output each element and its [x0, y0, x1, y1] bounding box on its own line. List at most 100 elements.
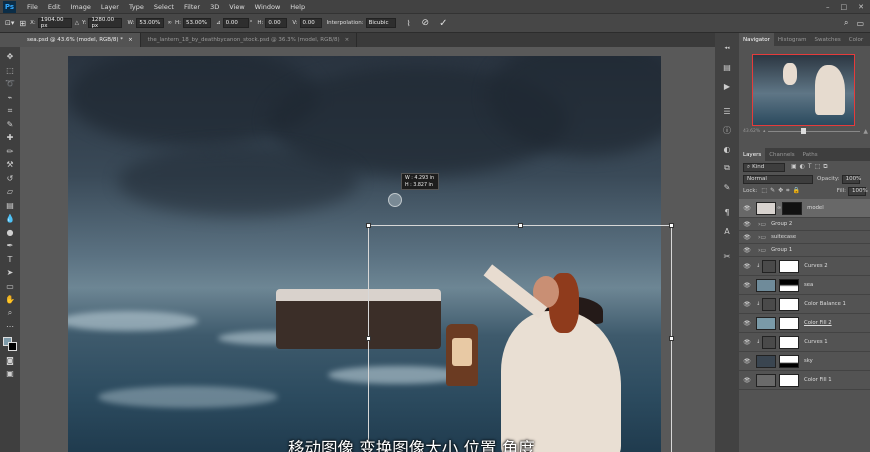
- more-tools-icon[interactable]: ⋯: [3, 320, 17, 334]
- layer-name[interactable]: model: [807, 205, 824, 211]
- zoom-in-icon[interactable]: ▲: [863, 128, 868, 135]
- opacity-field[interactable]: 100%: [841, 174, 861, 184]
- transform-handle-ml[interactable]: [366, 336, 371, 341]
- quick-select-tool-icon[interactable]: ⌁: [3, 91, 17, 105]
- canvas-area[interactable]: W : 4.293 in H : 3.827 in 移动图像 变换图像大小 位置…: [20, 47, 715, 452]
- y-field[interactable]: 1280.00 px: [88, 17, 123, 29]
- zoom-out-icon[interactable]: ▴: [763, 129, 765, 134]
- layer-name[interactable]: Color Fill 2: [804, 320, 832, 326]
- tab-color[interactable]: Color: [845, 37, 867, 43]
- zoom-value[interactable]: 43.62%: [743, 129, 760, 134]
- transform-bounding-box[interactable]: [366, 223, 674, 452]
- dodge-tool-icon[interactable]: ●: [3, 226, 17, 240]
- close-icon[interactable]: ×: [345, 37, 350, 43]
- vskew-field[interactable]: 0.00: [299, 18, 322, 28]
- layer-row[interactable]: 👁 ↓ Color Balance 1: [739, 295, 870, 314]
- interpolation-select[interactable]: Bicubic: [365, 18, 396, 28]
- visibility-eye-icon[interactable]: 👁: [742, 263, 752, 270]
- filter-icons[interactable]: ▣◐T⬚⧉: [791, 163, 831, 171]
- brush-tool-icon[interactable]: ✏: [3, 145, 17, 159]
- layer-row[interactable]: 👁 ›▭ Group 2: [739, 218, 870, 231]
- layer-row[interactable]: 👁 ↓ Curves 1: [739, 333, 870, 352]
- layer-mask-thumbnail[interactable]: [779, 278, 799, 292]
- layer-row[interactable]: 👁 ›▭ Group 1: [739, 244, 870, 257]
- healing-tool-icon[interactable]: ✚: [3, 131, 17, 145]
- tab-channels[interactable]: Channels: [765, 152, 798, 158]
- menu-3d[interactable]: 3D: [205, 3, 224, 11]
- menu-file[interactable]: File: [22, 3, 43, 11]
- delta-icon[interactable]: △: [75, 20, 79, 26]
- adjustments-panel-icon[interactable]: ◐: [719, 142, 735, 156]
- transform-handle-tl[interactable]: [366, 223, 371, 228]
- height-field[interactable]: 53.00%: [183, 18, 212, 28]
- link-icon[interactable]: ∞: [167, 20, 172, 26]
- layer-row[interactable]: 👁 ∞ model: [739, 199, 870, 218]
- chain-icon[interactable]: ∞: [777, 205, 781, 211]
- width-field[interactable]: 53.00%: [136, 18, 165, 28]
- navigator-thumbnail[interactable]: [752, 54, 855, 126]
- lasso-tool-icon[interactable]: ➰: [3, 77, 17, 91]
- tools-presets-icon[interactable]: ✂: [719, 249, 735, 263]
- layer-row[interactable]: 👁 sea: [739, 276, 870, 295]
- commit-transform-icon[interactable]: ✓: [439, 18, 447, 29]
- visibility-eye-icon[interactable]: 👁: [742, 234, 752, 241]
- fill-field[interactable]: 100%: [848, 186, 868, 196]
- styles-panel-icon[interactable]: ⧉: [719, 161, 735, 175]
- visibility-eye-icon[interactable]: 👁: [742, 221, 752, 228]
- menu-help[interactable]: Help: [285, 3, 310, 11]
- transform-handle-tr[interactable]: [669, 223, 674, 228]
- tab-swatches[interactable]: Swatches: [810, 37, 844, 43]
- menu-image[interactable]: Image: [65, 3, 95, 11]
- menu-type[interactable]: Type: [124, 3, 149, 11]
- properties-panel-icon[interactable]: ☰: [719, 104, 735, 118]
- menu-filter[interactable]: Filter: [179, 3, 205, 11]
- layer-mask-thumbnail[interactable]: [779, 373, 799, 387]
- paragraph-panel-icon[interactable]: ¶: [719, 205, 735, 219]
- color-swatches[interactable]: [2, 336, 18, 352]
- zoom-tool-icon[interactable]: ⌕: [3, 307, 17, 321]
- tab-sea-psd[interactable]: sea.psd @ 43.6% (model, RGB/8) * ×: [20, 33, 141, 47]
- pen-tool-icon[interactable]: ✒: [3, 239, 17, 253]
- layer-mask-thumbnail[interactable]: [779, 354, 799, 368]
- search-icon[interactable]: ⌕: [844, 18, 848, 28]
- menu-edit[interactable]: Edit: [43, 3, 66, 11]
- tab-histogram[interactable]: Histogram: [774, 37, 811, 43]
- layer-mask-thumbnail[interactable]: [779, 316, 799, 330]
- type-tool-icon[interactable]: T: [3, 253, 17, 267]
- x-field[interactable]: 1904.00 px: [37, 17, 72, 29]
- tab-layers[interactable]: Layers: [739, 148, 766, 161]
- layer-kind-filter[interactable]: ⌕ Kind: [743, 162, 785, 172]
- layer-name[interactable]: Color Fill 1: [804, 377, 832, 383]
- layer-name[interactable]: Color Balance 1: [804, 301, 846, 307]
- clone-stamp-tool-icon[interactable]: ⚒: [3, 158, 17, 172]
- layer-name[interactable]: suitecase: [771, 234, 796, 240]
- screen-mode-icon[interactable]: ▣: [3, 367, 17, 381]
- history-brush-tool-icon[interactable]: ↺: [3, 172, 17, 186]
- zoom-slider[interactable]: [768, 128, 861, 134]
- layer-row[interactable]: 👁 ↓ Curves 2: [739, 257, 870, 276]
- layer-name[interactable]: Group 2: [771, 221, 792, 227]
- maximize-button[interactable]: □: [841, 3, 848, 11]
- menu-window[interactable]: Window: [250, 3, 286, 11]
- marquee-tool-icon[interactable]: ⬚: [3, 64, 17, 78]
- tab-lantern-psd[interactable]: the_lantern_18_by_deathbycanon_stock.psd…: [141, 33, 358, 47]
- workspace-icon[interactable]: ▭: [856, 19, 864, 28]
- character-panel-icon[interactable]: A: [719, 224, 735, 238]
- hskew-field[interactable]: 0.00: [265, 18, 288, 28]
- move-tool-preset-icon[interactable]: ⊡▾: [5, 19, 14, 27]
- visibility-eye-icon[interactable]: 👁: [742, 320, 752, 327]
- visibility-eye-icon[interactable]: 👁: [742, 377, 752, 384]
- history-panel-icon[interactable]: ▤: [719, 60, 735, 74]
- layer-row[interactable]: 👁 ›▭ suitecase: [739, 231, 870, 244]
- visibility-eye-icon[interactable]: 👁: [742, 358, 752, 365]
- layer-name[interactable]: Group 1: [771, 247, 792, 253]
- hand-tool-icon[interactable]: ✋: [3, 293, 17, 307]
- transform-pivot-cursor[interactable]: [388, 193, 402, 207]
- transform-handle-tm[interactable]: [518, 223, 523, 228]
- brush-panel-icon[interactable]: ✎: [719, 180, 735, 194]
- visibility-eye-icon[interactable]: 👁: [742, 282, 752, 289]
- collapse-panels-icon[interactable]: ◂◂: [719, 41, 735, 55]
- layer-mask-thumbnail[interactable]: [779, 335, 800, 349]
- layer-row[interactable]: 👁 Color Fill 2: [739, 314, 870, 333]
- reference-point-icon[interactable]: ⊞: [19, 19, 26, 28]
